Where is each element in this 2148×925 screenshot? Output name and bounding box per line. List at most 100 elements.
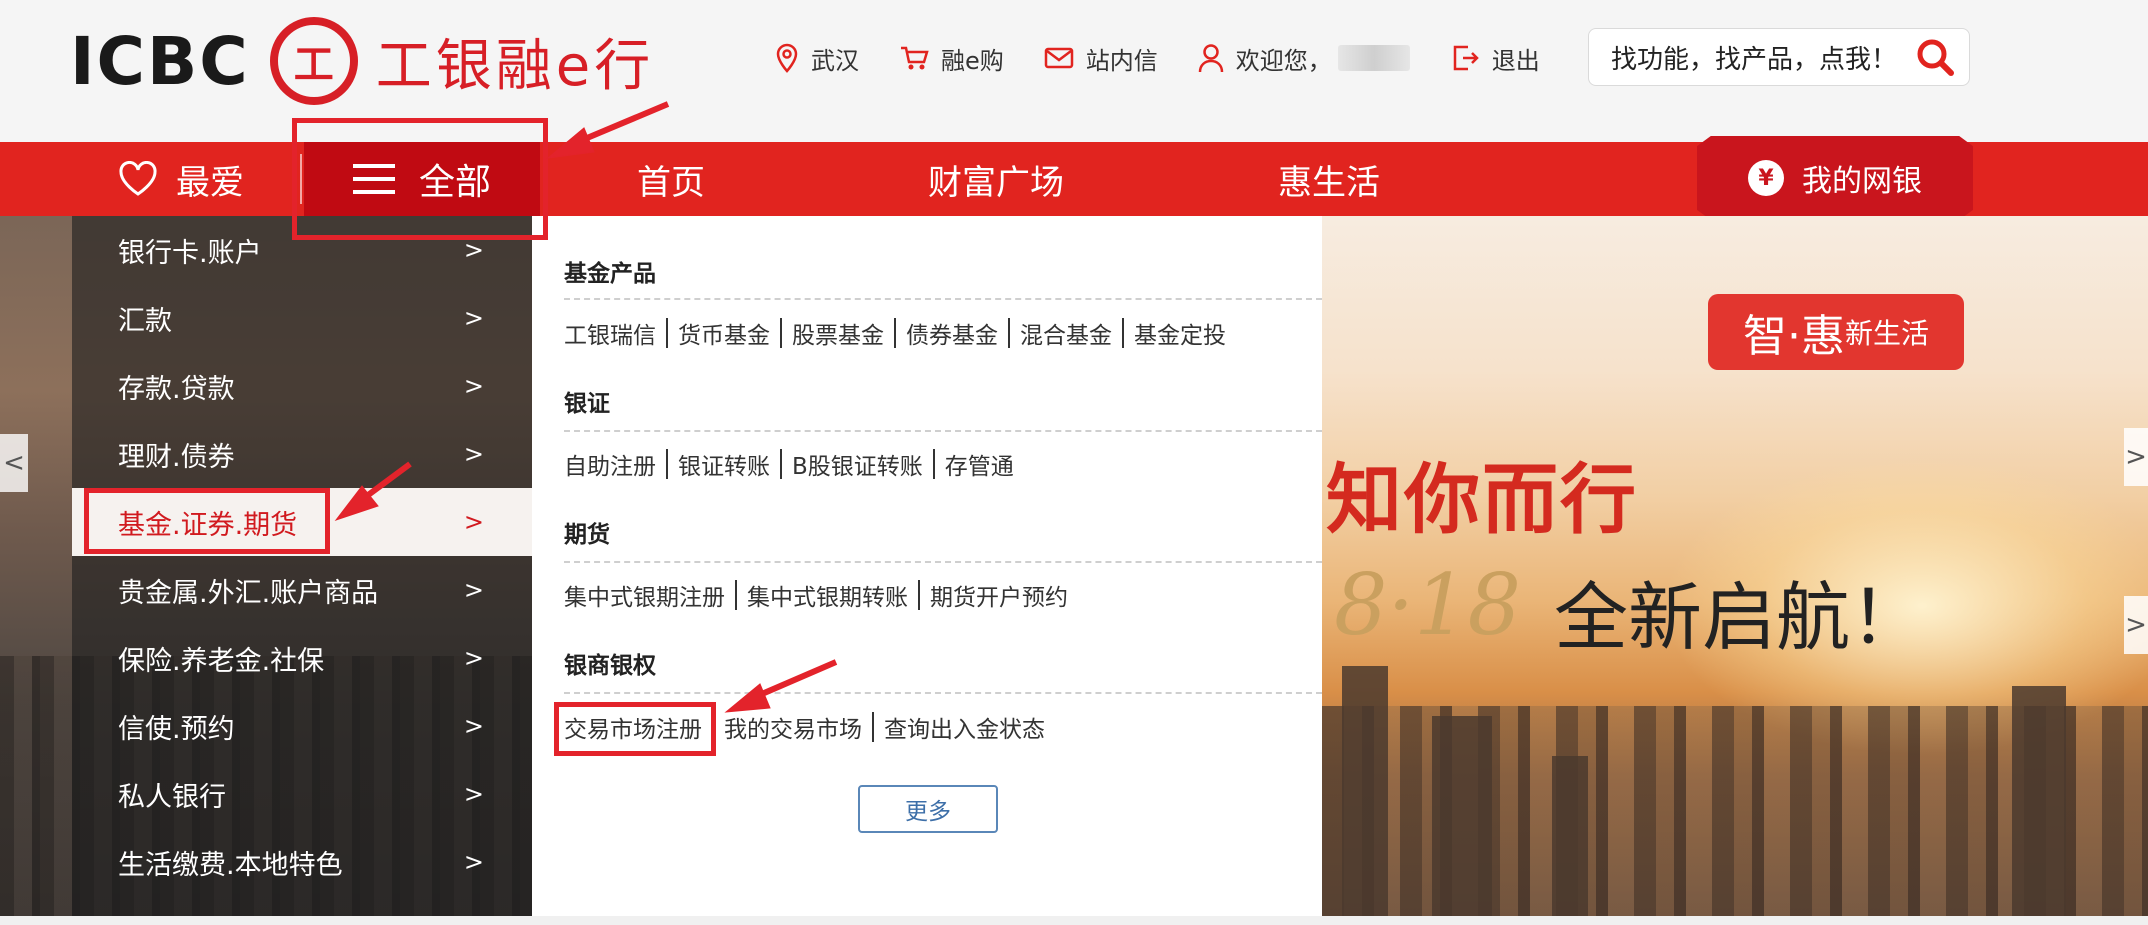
link-icbc-credit-suisse[interactable]: 工银瑞信: [564, 316, 656, 350]
dashed-divider: [564, 561, 1322, 563]
logout-link[interactable]: 退出: [1450, 41, 1540, 76]
sidebar-item-label: 私人银行: [118, 781, 226, 813]
money-bag-icon: ¥: [1748, 160, 1784, 196]
more-button[interactable]: 更多: [858, 785, 998, 833]
group-links-bank-securities: 自助注册 银证转账 B股银证转账 存管通: [564, 447, 1014, 481]
search-icon[interactable]: [1913, 35, 1957, 79]
sidebar-item-deposit-loan[interactable]: 存款.贷款 >: [72, 352, 532, 420]
shop-link[interactable]: 融e购: [899, 41, 1004, 76]
nav-favorites[interactable]: 最爱: [118, 142, 244, 216]
group-links-futures: 集中式银期注册 集中式银期转账 期货开户预约: [564, 578, 1068, 612]
heart-icon: [119, 161, 157, 196]
messages-label: 站内信: [1085, 46, 1158, 75]
all-label: 全部: [418, 162, 491, 203]
link-query-fund-status[interactable]: 查询出入金状态: [884, 710, 1045, 744]
group-title-bank-merchant-rights: 银商银权: [564, 653, 656, 679]
sidebar-item-metals-forex[interactable]: 贵金属.外汇.账户商品 >: [72, 556, 532, 624]
link-hybrid-fund[interactable]: 混合基金: [1020, 316, 1112, 350]
link-futures-register[interactable]: 集中式银期注册: [564, 578, 725, 612]
location-label: 武汉: [811, 46, 859, 75]
sidebar-item-insurance-pension[interactable]: 保险.养老金.社保 >: [72, 624, 532, 692]
welcome-label: 欢迎您，: [1235, 46, 1332, 75]
sidebar-item-label: 银行卡.账户: [118, 237, 262, 269]
nav-home[interactable]: 首页: [637, 142, 705, 216]
sidebar-item-label: 保险.养老金.社保: [118, 645, 325, 677]
link-my-exchange-market[interactable]: 我的交易市场: [724, 710, 862, 744]
group-title-bank-securities: 银证: [564, 391, 610, 417]
sidebar-item-label: 理财.债券: [118, 441, 235, 473]
sidebar-item-messenger-booking[interactable]: 信使.预约 >: [72, 692, 532, 760]
icbc-emblem-icon: 工: [269, 17, 358, 105]
messages-link[interactable]: 站内信: [1044, 41, 1158, 76]
nav-wealth[interactable]: 财富广场: [928, 142, 1064, 216]
carousel-next-button[interactable]: >: [2124, 428, 2148, 486]
logout-icon: [1453, 45, 1479, 71]
nav-my-online-bank[interactable]: ¥ 我的网银: [1697, 136, 1973, 220]
link-self-register[interactable]: 自助注册: [564, 447, 656, 481]
sidebar-item-bills-local[interactable]: 生活缴费.本地特色 >: [72, 828, 532, 896]
link-separator: [894, 318, 896, 348]
banner-slogan-number: 8·18: [1334, 556, 1522, 654]
user-icon: [1198, 44, 1224, 73]
banner-slogan-line2: 全新启航！: [1554, 575, 1924, 661]
group-title-fund-products: 基金产品: [564, 261, 656, 287]
logout-label: 退出: [1491, 46, 1540, 75]
search-input[interactable]: 找功能，找产品，点我！: [1588, 28, 1970, 86]
shop-label: 融e购: [941, 46, 1004, 75]
link-futures-transfer[interactable]: 集中式银期转账: [747, 578, 908, 612]
link-separator: [780, 449, 782, 479]
link-separator: [932, 449, 935, 479]
link-fund-auto-invest[interactable]: 基金定投: [1134, 316, 1226, 350]
link-separator: [872, 712, 874, 742]
nav-divider: [300, 154, 302, 204]
link-separator: [712, 712, 714, 742]
link-exchange-market-register[interactable]: 交易市场注册: [564, 710, 702, 744]
location-link[interactable]: 武汉: [775, 41, 859, 76]
chevron-right-icon: >: [463, 576, 484, 604]
blurred-username: [1337, 45, 1410, 71]
cart-icon: [901, 46, 929, 70]
sidebar-item-wealth-bond[interactable]: 理财.债券 >: [72, 420, 532, 488]
page-bottom-edge: [0, 916, 2148, 925]
category-sidebar: 银行卡.账户 > 汇款 > 存款.贷款 > 理财.债券 > 基金.证券.期货 >…: [72, 216, 532, 916]
top-utility-nav: 武汉 融e购 站内信 欢迎您， 退出: [775, 36, 1580, 80]
sidebar-item-label: 存款.贷款: [118, 373, 235, 405]
sidebar-item-card-account[interactable]: 银行卡.账户 >: [72, 216, 532, 284]
group-links-bank-merchant-rights: 交易市场注册 我的交易市场 查询出入金状态: [564, 710, 1045, 744]
sidebar-item-label: 汇款: [118, 305, 172, 337]
nav-all-menu[interactable]: 全部: [304, 142, 540, 216]
sidebar-item-label: 基金.证券.期货: [118, 509, 298, 541]
chevron-right-icon: >: [463, 712, 484, 740]
favorites-label: 最爱: [176, 162, 244, 203]
link-separator: [1008, 318, 1010, 348]
link-futures-account-booking[interactable]: 期货开户预约: [930, 578, 1068, 612]
link-b-share-transfer[interactable]: B股银证转账: [792, 447, 923, 481]
sidebar-item-remittance[interactable]: 汇款 >: [72, 284, 532, 352]
link-separator: [1122, 318, 1124, 348]
sidebar-item-private-banking[interactable]: 私人银行 >: [72, 760, 532, 828]
sidebar-item-fund-securities-futures[interactable]: 基金.证券.期货 >: [72, 488, 532, 556]
carousel-next-button-secondary[interactable]: >: [2124, 596, 2148, 654]
link-separator: [918, 580, 920, 610]
badge-sub: 新生活: [1844, 317, 1929, 350]
banner-slogan-line1: 知你而行: [1326, 455, 1638, 544]
search-placeholder: 找功能，找产品，点我！: [1611, 44, 1898, 75]
promo-banner[interactable]: 智·惠 新生活 知你而行 8·18 全新启航！: [1322, 216, 2148, 916]
chevron-right-icon: >: [463, 644, 484, 672]
promo-badge: 智·惠 新生活: [1708, 294, 1964, 370]
chevron-right-icon: >: [463, 508, 484, 536]
link-stock-fund[interactable]: 股票基金: [792, 316, 884, 350]
nav-life[interactable]: 惠生活: [1278, 142, 1380, 216]
sidebar-item-label: 信使.预约: [118, 713, 235, 745]
chevron-right-icon: >: [463, 236, 484, 264]
skyline-building: [1342, 666, 1388, 916]
carousel-prev-button[interactable]: <: [0, 434, 28, 492]
sidebar-item-label: 贵金属.外汇.账户商品: [118, 577, 379, 609]
user-welcome[interactable]: 欢迎您，: [1198, 41, 1410, 76]
link-custody-link[interactable]: 存管通: [945, 447, 1014, 481]
link-separator: [780, 318, 782, 348]
link-money-fund[interactable]: 货币基金: [678, 316, 770, 350]
icbc-logo[interactable]: ICBC 工 工银融e行: [70, 16, 654, 106]
link-bond-fund[interactable]: 债券基金: [906, 316, 998, 350]
link-bank-securities-transfer[interactable]: 银证转账: [678, 447, 770, 481]
